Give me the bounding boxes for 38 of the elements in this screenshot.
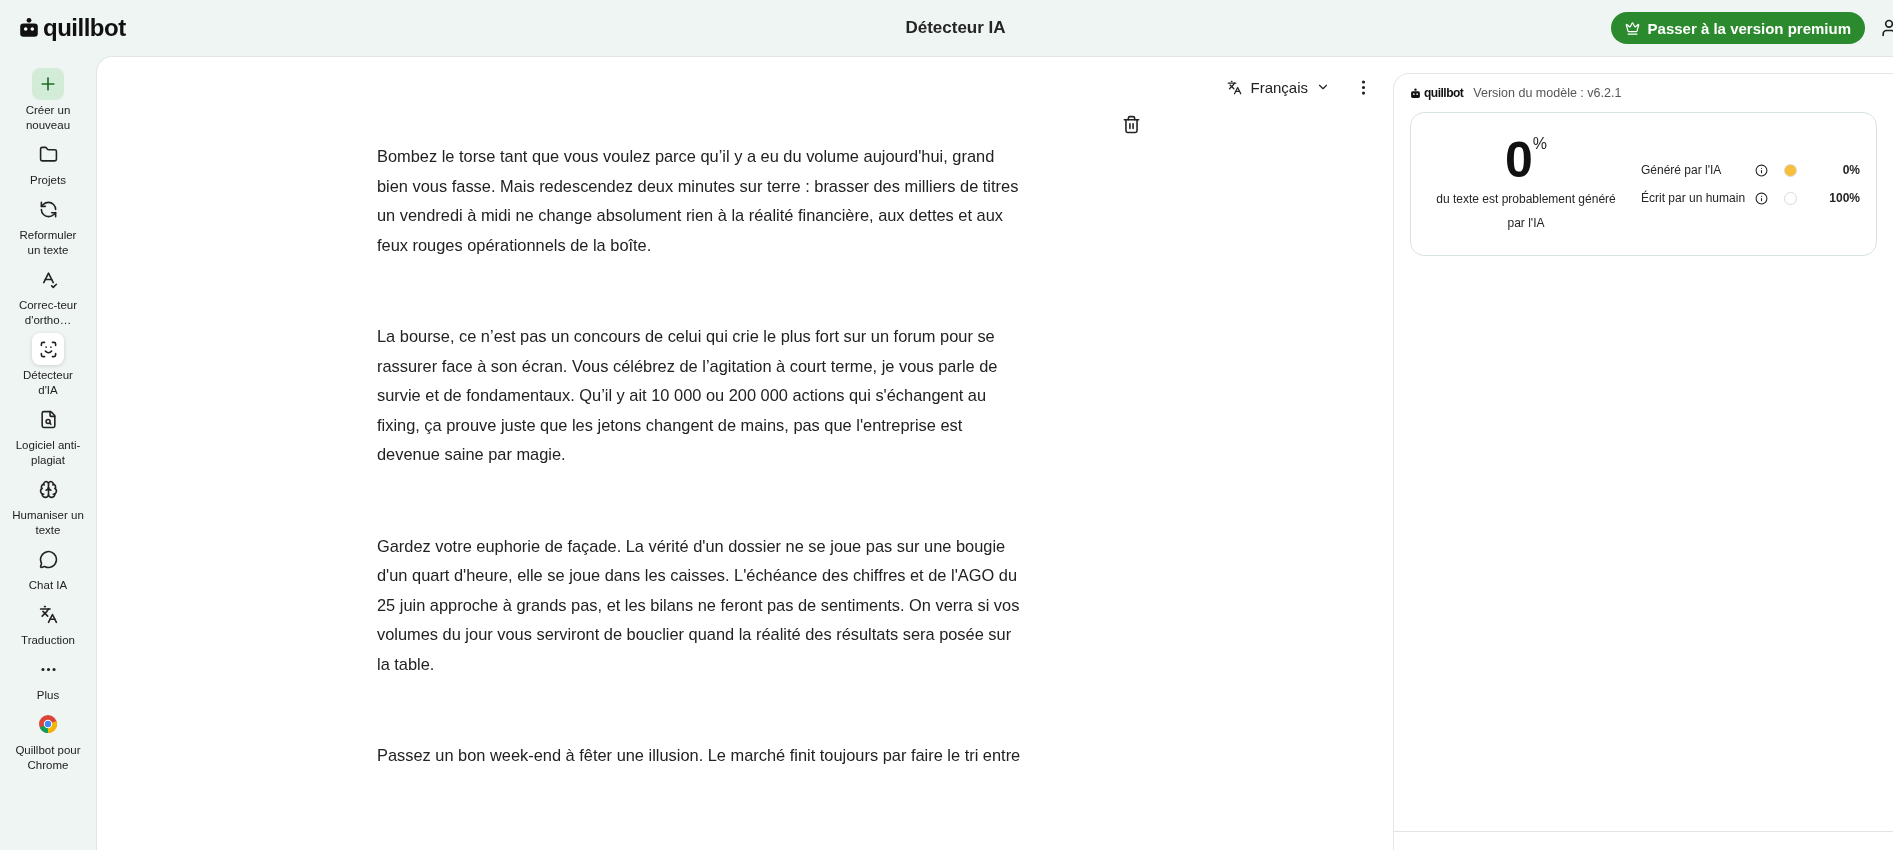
info-icon[interactable] bbox=[1755, 191, 1768, 205]
page-title: Détecteur IA bbox=[905, 18, 1006, 38]
sidebar-item-label[interactable]: Logiciel anti-plagiat bbox=[12, 438, 84, 468]
sidebar-item-label[interactable]: Chat IA bbox=[28, 578, 68, 593]
score-caption: du texte est probablement généré par l'IA bbox=[1435, 191, 1617, 232]
sidebar-item-label[interactable]: Humaniser un texte bbox=[12, 508, 84, 538]
sidebar-item-label[interactable]: Détecteur d'IA bbox=[12, 368, 84, 398]
category-value: 100% bbox=[1828, 191, 1860, 205]
score-value: 0 bbox=[1504, 133, 1533, 187]
logo-text: quillbot bbox=[1424, 86, 1464, 100]
sidebar-item-label[interactable]: Projets bbox=[30, 173, 66, 188]
sidebar-item-label[interactable]: Quillbot pour Chrome bbox=[12, 743, 84, 773]
delete-icon[interactable] bbox=[1122, 115, 1141, 134]
paragraph: Passez un bon week-end à fêter une illusion. Le marché finit toujours par faire le tri entre bbox=[377, 745, 1022, 766]
logo-text: quillbot bbox=[43, 14, 126, 42]
category-label: Généré par l'IA bbox=[1641, 162, 1723, 179]
sidebar-item-label[interactable]: Correc-teur d'ortho… bbox=[12, 298, 84, 328]
user-icon[interactable] bbox=[1879, 18, 1893, 38]
sidebar-item-label[interactable]: Créer un nouveau bbox=[12, 103, 84, 133]
premium-button[interactable]: Passer à la version premium bbox=[1610, 12, 1865, 44]
paragraph: Bombez le torse tant que vous voulez parce qu’il y a eu du volume aujourd'hui, grand bien vous fasse. Mais redescendez deux minutes sur terre : brasser des milliers de titres un vendredi à midi ne change absolument rien à la réalité financière, aux dettes et aux feux rouges opérationnels de la boîte. bbox=[377, 146, 1020, 256]
translate-icon bbox=[1227, 79, 1243, 95]
chrome-icon bbox=[38, 714, 58, 734]
info-icon[interactable] bbox=[1755, 163, 1768, 177]
score-unit: % bbox=[1532, 135, 1547, 152]
sidebar-item-icon[interactable] bbox=[32, 333, 64, 365]
language-selector[interactable]: Français bbox=[1221, 77, 1336, 97]
paragraph: Gardez votre euphorie de façade. La vérité d'un dossier ne se joue pas sur une bougie d'un quart d'heure, elle se joue dans les caisses. L'échéance des chiffres et de l'AGO du 25 juin approche à grands pas, et les bilans ne feront pas de sentiments. On verra si vos volumes du jour vous serviront de bouclier quand la réalité des résultats sera posée sur la table. bbox=[377, 535, 1021, 675]
crown-icon bbox=[1624, 20, 1640, 36]
paragraph: La bourse, ce n’est pas un concours de celui qui crie le plus fort sur un forum pour se rassurer face à son écran. Vous célébrez de l’agitation à court terme, je vous parle de survie et de fondamentaux. Qu’il y ait 10 000 ou 200 000 actions qui s'échangent au fixing, ça prouve juste que les jetons changent de mains, pas que l'entreprise est devenue saine par magie. bbox=[377, 326, 999, 465]
model-version: Version du modèle : v6.2.1 bbox=[1473, 86, 1622, 100]
sidebar-item-label[interactable]: Reformuler un texte bbox=[12, 228, 84, 258]
robot-icon bbox=[1410, 87, 1421, 99]
sidebar-item-label[interactable]: Traduction bbox=[21, 633, 75, 648]
category-value: 0% bbox=[1841, 163, 1860, 177]
category-label: Écrit par un humain bbox=[1641, 189, 1747, 207]
robot-icon bbox=[18, 17, 40, 39]
sidebar-item-label[interactable]: Plus bbox=[36, 688, 60, 703]
